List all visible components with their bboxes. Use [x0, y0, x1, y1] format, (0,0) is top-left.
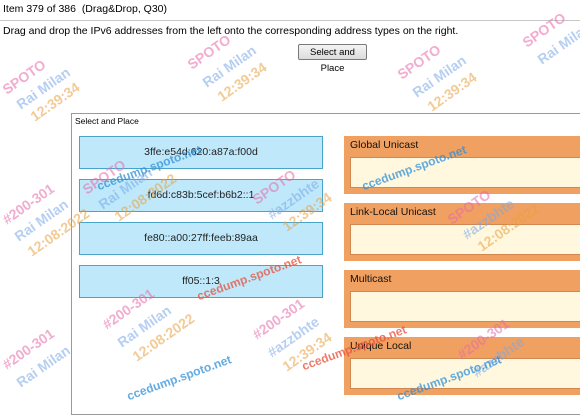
category-label-unique-local: Unique Local: [344, 337, 580, 355]
panel-title: Select and Place: [75, 116, 139, 126]
item-counter: Item 379 of 386: [3, 3, 76, 15]
drop-zone-link-local-unicast[interactable]: [344, 221, 580, 261]
watermark-tag: SPOTO: [0, 56, 49, 98]
select-and-place-button[interactable]: Select and Place: [298, 44, 367, 74]
drop-target[interactable]: [350, 224, 580, 255]
category-label-link-local-unicast: Link-Local Unicast: [344, 203, 580, 221]
draggable-address-2[interactable]: fd6d:c83b:5cef:b6b2::1: [79, 179, 323, 212]
drop-zone-multicast[interactable]: [344, 288, 580, 328]
drop-target[interactable]: [350, 291, 580, 322]
watermark-name: Rai Milan: [199, 41, 259, 91]
draggable-address-4[interactable]: ff05::1:3: [79, 265, 323, 298]
item-header: Item 379 of 386 (Drag&Drop, Q30): [3, 3, 167, 16]
category-label-multicast: Multicast: [344, 270, 580, 288]
watermark-name: Rai Milan: [13, 63, 73, 113]
watermark-name: Rai Milan: [409, 51, 469, 101]
watermark-name: Rai Milan: [534, 18, 580, 68]
watermark-tag: SPOTO: [519, 9, 569, 51]
watermark-name: Rai Milan: [11, 195, 71, 245]
draggable-address-1[interactable]: 3ffe:e54d:620:a87a:f00d: [79, 136, 323, 169]
drop-target[interactable]: [350, 157, 580, 188]
drop-target[interactable]: [350, 358, 580, 389]
item-type: (Drag&Drop, Q30): [81, 3, 168, 15]
drop-zone-unique-local[interactable]: [344, 355, 580, 395]
drop-zone-global-unicast[interactable]: [344, 154, 580, 194]
watermark-vendor: #200-301: [0, 180, 58, 228]
watermark-time: 12:39:34: [214, 59, 270, 105]
question-instruction: Drag and drop the IPv6 addresses from th…: [3, 25, 459, 37]
watermark-tag: SPOTO: [394, 41, 444, 83]
select-and-place-panel: Select and Place 3ffe:e54d:620:a87a:f00d…: [71, 113, 580, 415]
watermark-time: 12:39:34: [424, 69, 480, 115]
watermark-vendor: #200-301: [0, 325, 58, 373]
watermark-name: Rai Milan: [13, 341, 73, 391]
draggable-address-3[interactable]: fe80::a00:27ff:feeb:89aa: [79, 222, 323, 255]
header-divider: [0, 20, 580, 21]
category-label-global-unicast: Global Unicast: [344, 136, 580, 154]
